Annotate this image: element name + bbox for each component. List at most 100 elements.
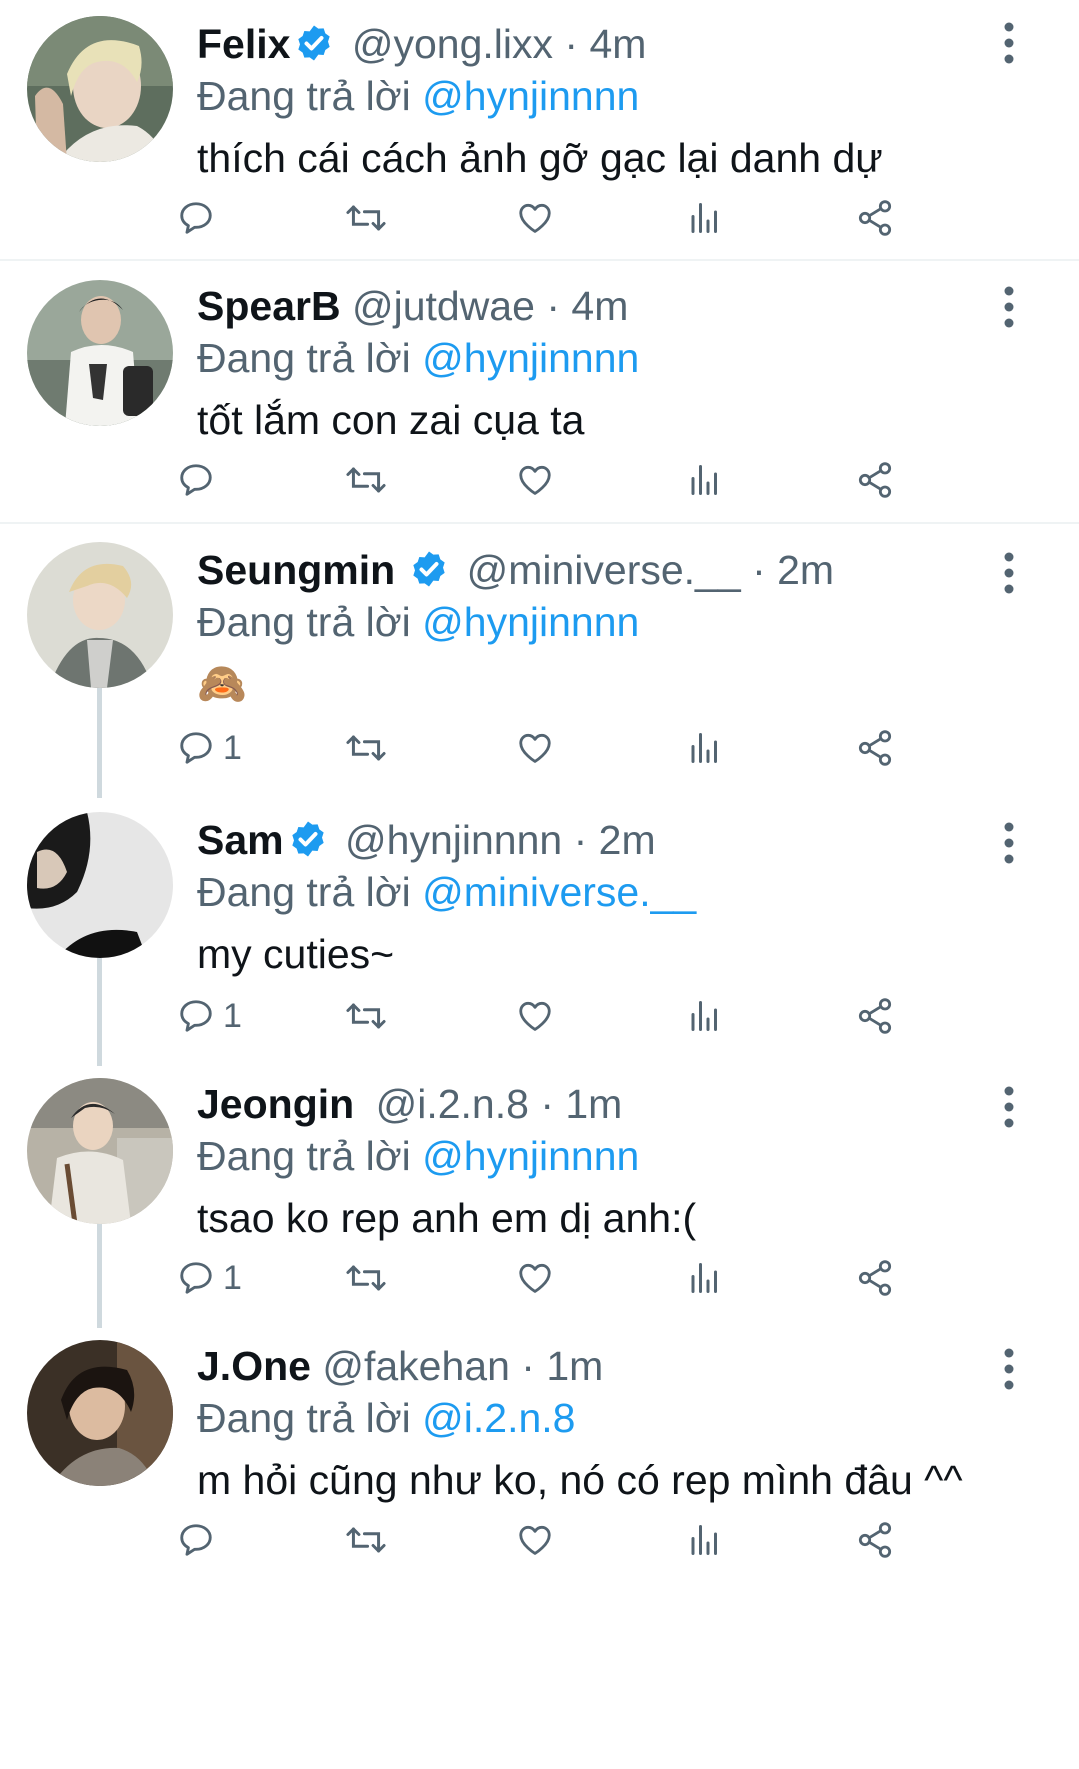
divider (0, 259, 1079, 261)
like-button[interactable] (515, 988, 555, 1044)
retweet-button[interactable] (344, 190, 388, 246)
more-icon[interactable] (999, 20, 1019, 66)
like-button[interactable] (515, 452, 555, 508)
display-name[interactable]: Jeongin (197, 1081, 354, 1127)
tweet-header: SpearB @jutdwae · 4m (197, 282, 999, 330)
timestamp[interactable]: 4m (589, 21, 646, 67)
handle[interactable]: @yong.lixx (352, 21, 553, 67)
avatar[interactable] (27, 1078, 173, 1224)
replying-to: Đang trả lời @hynjinnnn (197, 334, 999, 382)
timestamp[interactable]: 1m (546, 1343, 603, 1389)
mention-link[interactable]: @hynjinnnn (422, 599, 639, 645)
more-icon[interactable] (999, 1346, 1019, 1392)
tweet-felix[interactable]: Felix @yong.lixx · 4m Đang trả lời @hynj… (0, 0, 1079, 262)
views-button[interactable] (687, 988, 723, 1044)
views-icon (691, 733, 717, 763)
share-button[interactable] (855, 452, 895, 508)
like-button[interactable] (515, 1512, 555, 1568)
replying-to: Đang trả lời @hynjinnnn (197, 598, 999, 646)
like-icon (519, 1263, 551, 1293)
display-name[interactable]: Felix (197, 21, 290, 67)
tweet-jone[interactable]: J.One @fakehan · 1m Đang trả lời @i.2.n.… (0, 1328, 1079, 1769)
share-icon (858, 998, 892, 1034)
avatar[interactable] (27, 16, 173, 162)
like-button[interactable] (515, 190, 555, 246)
more-icon[interactable] (999, 550, 1019, 596)
handle[interactable]: @i.2.n.8 (376, 1081, 529, 1127)
views-button[interactable] (687, 190, 723, 246)
timestamp[interactable]: 2m (599, 817, 656, 863)
retweet-button[interactable] (344, 988, 388, 1044)
action-bar (180, 452, 1027, 508)
retweet-button[interactable] (344, 1250, 388, 1306)
share-icon (858, 730, 892, 766)
share-icon (858, 462, 892, 498)
reply-icon (180, 1000, 212, 1032)
display-name[interactable]: Seungmin (197, 547, 395, 593)
verified-badge-icon (288, 819, 328, 859)
reply-button[interactable]: 1 (177, 720, 242, 776)
tweet-text: 🙈 (197, 662, 247, 706)
retweet-button[interactable] (344, 1512, 388, 1568)
avatar[interactable] (27, 812, 173, 958)
views-button[interactable] (687, 1512, 723, 1568)
display-name[interactable]: Sam (197, 817, 284, 863)
like-button[interactable] (515, 1250, 555, 1306)
retweet-icon (346, 467, 386, 493)
share-button[interactable] (855, 720, 895, 776)
separator-dot: · (564, 21, 579, 67)
display-name[interactable]: J.One (197, 1343, 311, 1389)
mention-link[interactable]: @hynjinnnn (422, 1133, 639, 1179)
mention-link[interactable]: @hynjinnnn (422, 73, 639, 119)
mention-link[interactable]: @miniverse.__ (422, 869, 696, 915)
avatar[interactable] (27, 1340, 173, 1486)
action-bar (180, 190, 1027, 246)
mention-link[interactable]: @hynjinnnn (422, 335, 639, 381)
like-icon (519, 203, 551, 233)
views-button[interactable] (687, 1250, 723, 1306)
handle[interactable]: @miniverse.__ (467, 547, 741, 593)
reply-button[interactable]: 1 (177, 1250, 242, 1306)
tweet-seungmin[interactable]: Seungmin @miniverse.__ · 2m Đang trả lời… (0, 524, 1079, 798)
tweet-header: Jeongin @i.2.n.8 · 1m (197, 1080, 999, 1128)
tweet-sam[interactable]: Sam @hynjinnnn · 2m Đang trả lời @minive… (0, 798, 1079, 1066)
share-button[interactable] (855, 1512, 895, 1568)
timestamp[interactable]: 1m (565, 1081, 622, 1127)
retweet-button[interactable] (344, 452, 388, 508)
share-icon (858, 1260, 892, 1296)
share-button[interactable] (855, 190, 895, 246)
handle[interactable]: @fakehan (322, 1343, 510, 1389)
timestamp[interactable]: 4m (571, 283, 628, 329)
mention-link[interactable]: @i.2.n.8 (422, 1395, 575, 1441)
handle[interactable]: @hynjinnnn (345, 817, 562, 863)
replying-to-label: Đang trả lời (197, 73, 411, 119)
more-icon[interactable] (999, 284, 1019, 330)
reply-count: 1 (223, 1258, 242, 1297)
timestamp[interactable]: 2m (777, 547, 834, 593)
reply-button[interactable]: 1 (177, 988, 242, 1044)
thread-line (97, 674, 102, 798)
handle[interactable]: @jutdwae (352, 283, 535, 329)
tweet-header: Sam @hynjinnnn · 2m (197, 816, 999, 864)
views-button[interactable] (687, 452, 723, 508)
reply-button[interactable] (177, 190, 223, 246)
like-button[interactable] (515, 720, 555, 776)
tweet-spearb[interactable]: SpearB @jutdwae · 4m Đang trả lời @hynji… (0, 262, 1079, 524)
tweet-jeongin[interactable]: Jeongin @i.2.n.8 · 1m Đang trả lời @hynj… (0, 1066, 1079, 1328)
replying-to: Đang trả lời @hynjinnnn (197, 1132, 999, 1180)
reply-button[interactable] (177, 452, 223, 508)
views-button[interactable] (687, 720, 723, 776)
avatar[interactable] (27, 542, 173, 688)
views-icon (691, 203, 717, 233)
share-button[interactable] (855, 988, 895, 1044)
more-icon[interactable] (999, 1084, 1019, 1130)
reply-icon (180, 1524, 212, 1556)
share-button[interactable] (855, 1250, 895, 1306)
avatar[interactable] (27, 280, 173, 426)
display-name[interactable]: SpearB (197, 283, 341, 329)
more-icon[interactable] (999, 820, 1019, 866)
like-icon (519, 465, 551, 495)
reply-button[interactable] (177, 1512, 223, 1568)
like-icon (519, 1525, 551, 1555)
retweet-button[interactable] (344, 720, 388, 776)
